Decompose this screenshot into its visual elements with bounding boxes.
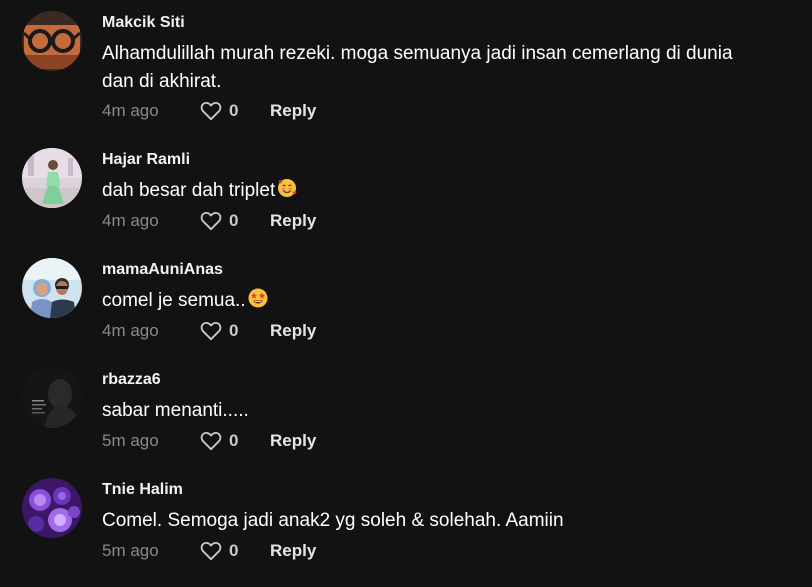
smiling-face-with-hearts-icon bbox=[276, 177, 298, 208]
like-button[interactable]: 0 bbox=[200, 321, 270, 341]
comment-text: dah besar dah triplet bbox=[102, 177, 762, 208]
comment-username[interactable]: Hajar Ramli bbox=[102, 151, 190, 169]
comment-text-body: sabar menanti..... bbox=[102, 400, 249, 421]
comment-item: mamaAuniAnas comel je semua.. 4m ago 0 R… bbox=[0, 247, 812, 357]
avatar[interactable] bbox=[22, 258, 82, 318]
comment-text: Comel. Semoga jadi anak2 yg soleh & sole… bbox=[102, 507, 762, 535]
comment-meta: 5m ago 0 Reply bbox=[102, 539, 316, 563]
dark-portrait-icon bbox=[22, 368, 82, 428]
comment-item: rbazza6 sabar menanti..... 5m ago 0 Repl… bbox=[0, 357, 812, 467]
like-button[interactable]: 0 bbox=[200, 211, 270, 231]
comment-item: Tnie Halim Comel. Semoga jadi anak2 yg s… bbox=[0, 467, 812, 577]
comment-text: comel je semua.. bbox=[102, 287, 762, 318]
reply-button[interactable]: Reply bbox=[270, 211, 316, 231]
couple-selfie-icon bbox=[22, 258, 82, 318]
comment-meta: 4m ago 0 Reply bbox=[102, 99, 316, 123]
like-count: 0 bbox=[229, 211, 239, 230]
purple-roses-icon bbox=[22, 478, 82, 538]
comment-timestamp: 4m ago bbox=[102, 101, 159, 120]
like-button[interactable]: 0 bbox=[200, 101, 270, 121]
like-button[interactable]: 0 bbox=[200, 431, 270, 451]
comment-text-body: comel je semua.. bbox=[102, 290, 246, 311]
comment-timestamp: 4m ago bbox=[102, 211, 159, 230]
comment-item: Makcik Siti Alhamdulillah murah rezeki. … bbox=[0, 0, 812, 121]
heart-icon bbox=[200, 541, 222, 561]
reply-button[interactable]: Reply bbox=[270, 541, 316, 561]
like-count: 0 bbox=[229, 541, 239, 560]
like-count: 0 bbox=[229, 101, 239, 120]
like-button[interactable]: 0 bbox=[200, 541, 270, 561]
comment-meta: 4m ago 0 Reply bbox=[102, 209, 316, 233]
avatar[interactable] bbox=[22, 11, 82, 71]
star-struck-icon bbox=[247, 287, 269, 318]
heart-icon bbox=[200, 101, 222, 121]
heart-icon bbox=[200, 431, 222, 451]
comment-text-body: Alhamdulillah murah rezeki. moga semuany… bbox=[102, 43, 733, 92]
comment-text: Alhamdulillah murah rezeki. moga semuany… bbox=[102, 40, 762, 96]
comment-username[interactable]: Tnie Halim bbox=[102, 481, 183, 499]
comment-username[interactable]: Makcik Siti bbox=[102, 14, 185, 32]
comment-text-body: dah besar dah triplet bbox=[102, 180, 276, 201]
comment-timestamp: 4m ago bbox=[102, 321, 159, 340]
avatar[interactable] bbox=[22, 148, 82, 208]
reply-button[interactable]: Reply bbox=[270, 101, 316, 121]
reply-button[interactable]: Reply bbox=[270, 431, 316, 451]
comment-text: sabar menanti..... bbox=[102, 397, 762, 425]
woman-in-green-dress-icon bbox=[22, 148, 82, 208]
comment-username[interactable]: mamaAuniAnas bbox=[102, 261, 223, 279]
like-count: 0 bbox=[229, 431, 239, 450]
avatar[interactable] bbox=[22, 368, 82, 428]
heart-icon bbox=[200, 321, 222, 341]
comment-text-body: Comel. Semoga jadi anak2 yg soleh & sole… bbox=[102, 510, 564, 531]
comment-meta: 4m ago 0 Reply bbox=[102, 319, 316, 343]
comment-timestamp: 5m ago bbox=[102, 431, 159, 450]
avatar[interactable] bbox=[22, 478, 82, 538]
glasses-on-wood-icon bbox=[22, 11, 82, 71]
comment-item: Hajar Ramli dah besar dah triplet 4m ago… bbox=[0, 137, 812, 247]
like-count: 0 bbox=[229, 321, 239, 340]
comment-timestamp: 5m ago bbox=[102, 541, 159, 560]
heart-icon bbox=[200, 211, 222, 231]
comment-meta: 5m ago 0 Reply bbox=[102, 429, 316, 453]
reply-button[interactable]: Reply bbox=[270, 321, 316, 341]
comment-username[interactable]: rbazza6 bbox=[102, 371, 161, 389]
